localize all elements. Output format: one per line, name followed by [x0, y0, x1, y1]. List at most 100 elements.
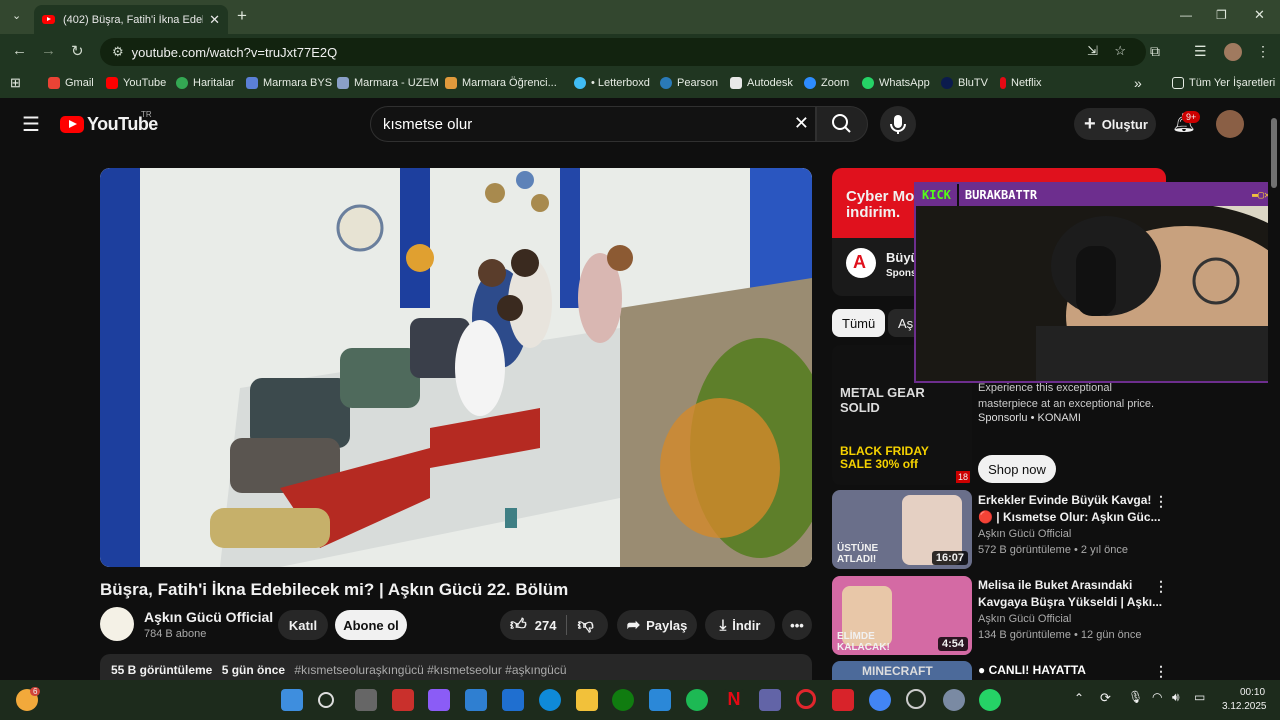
rec-4-title[interactable]: ● CANLI! HAYATTA: [978, 663, 1086, 677]
mail-icon[interactable]: [502, 689, 524, 711]
share-button[interactable]: ➦ Paylaş: [617, 610, 697, 640]
bookmark-maps[interactable]: Haritalar: [176, 77, 235, 89]
autocad-icon[interactable]: [832, 689, 854, 711]
hashtags[interactable]: #kısmetseoluraşkıngücü #kısmetseolur #aş…: [294, 663, 566, 677]
url-field[interactable]: ⚙ youtube.com/watch?v=truJxt77E2Q ⇲ ☆: [100, 38, 1146, 66]
bookmark-autodesk[interactable]: Autodesk: [730, 77, 793, 89]
join-button[interactable]: Katıl: [278, 610, 328, 640]
start-menu-icon[interactable]: [281, 689, 303, 711]
reading-list-icon[interactable]: ☰: [1194, 43, 1207, 60]
rec-thumbnail-2[interactable]: ÜSTÜNE ATLADI! 16:07: [832, 490, 972, 569]
reload-icon[interactable]: ↻: [71, 42, 84, 60]
tab-search-icon[interactable]: ⌄: [12, 9, 21, 22]
whatsapp-taskbar-icon[interactable]: [979, 689, 1001, 711]
bookmark-marmara-bys[interactable]: Marmara BYS: [246, 77, 332, 89]
teams-icon[interactable]: [759, 689, 781, 711]
bookmark-marmara-ogrenci[interactable]: Marmara Öğrenci...: [445, 77, 557, 89]
rec-4-menu-icon[interactable]: ⋮: [1154, 663, 1168, 680]
chip-all[interactable]: Tümü: [832, 309, 886, 337]
all-bookmarks-folder[interactable]: Tüm Yer İşaretleri: [1172, 77, 1275, 89]
game-overlay-icon[interactable]: [906, 689, 926, 709]
xbox-icon[interactable]: [612, 689, 634, 711]
task-view-icon[interactable]: [355, 689, 377, 711]
bookmark-blutv[interactable]: BluTV: [941, 77, 988, 89]
bookmark-marmara-uzem[interactable]: Marmara - UZEM: [337, 77, 439, 89]
volume-icon[interactable]: 🔊︎: [1172, 690, 1180, 705]
bookmark-netflix[interactable]: Netflix: [1000, 77, 1042, 89]
edge-icon[interactable]: [539, 689, 561, 711]
battery-icon[interactable]: ▭: [1194, 690, 1205, 704]
prime-video-icon[interactable]: [649, 689, 671, 711]
subscribe-button[interactable]: Abone ol: [335, 610, 407, 640]
rec-thumbnail-4[interactable]: MINECRAFT: [832, 661, 972, 680]
opera-icon[interactable]: [796, 689, 816, 709]
video-player[interactable]: [100, 168, 812, 567]
bookmark-letterboxd[interactable]: • Letterboxd: [574, 77, 650, 89]
close-window-icon[interactable]: ✕: [1254, 7, 1265, 23]
copilot-icon[interactable]: [428, 689, 450, 711]
file-explorer-icon[interactable]: [576, 689, 598, 711]
wifi-icon[interactable]: ◠: [1152, 690, 1162, 704]
search-button[interactable]: [816, 106, 868, 142]
rec-1-title-2[interactable]: masterpiece at an exceptional price.: [978, 398, 1154, 410]
rec-2-menu-icon[interactable]: ⋮: [1154, 493, 1168, 510]
acrobat-icon[interactable]: [392, 689, 414, 711]
sync-icon[interactable]: ⟳: [1100, 690, 1111, 706]
create-button[interactable]: + Oluştur: [1074, 108, 1156, 140]
spotify-icon[interactable]: [686, 689, 708, 711]
tray-chevron-icon[interactable]: ⌃: [1074, 691, 1084, 705]
tray-mic-icon[interactable]: 🎙︎: [1128, 690, 1143, 704]
rec-3-channel[interactable]: Aşkın Gücü Official: [978, 613, 1071, 625]
close-tab-icon[interactable]: ✕: [209, 12, 220, 28]
profile-avatar[interactable]: [1224, 43, 1242, 61]
channel-name[interactable]: Aşkın Gücü Official: [144, 609, 273, 625]
clear-search-icon[interactable]: ✕: [794, 113, 809, 134]
voice-search-button[interactable]: [880, 106, 916, 142]
forward-icon[interactable]: →: [41, 42, 56, 59]
extensions-icon[interactable]: ⧉: [1150, 43, 1160, 60]
settings-icon[interactable]: [943, 689, 965, 711]
clock-time[interactable]: 00:10: [1240, 687, 1265, 698]
like-icon[interactable]: 👍︎: [510, 616, 527, 635]
like-count[interactable]: 274: [535, 618, 557, 633]
office-icon[interactable]: [465, 689, 487, 711]
browser-tab[interactable]: (402) Büşra, Fatih'i İkna Edebilecek mi?…: [34, 5, 228, 34]
more-bookmarks-icon[interactable]: »: [1134, 75, 1142, 91]
bookmark-whatsapp[interactable]: WhatsApp: [862, 77, 930, 89]
channel-avatar[interactable]: [100, 607, 134, 641]
rec-thumbnail-3[interactable]: ELİMDE KALACAK! 4:54: [832, 576, 972, 655]
minimize-icon[interactable]: —: [1180, 8, 1192, 22]
search-taskbar-icon[interactable]: [318, 692, 334, 708]
bookmark-zoom[interactable]: Zoom: [804, 77, 849, 89]
bookmark-star-icon[interactable]: ☆: [1114, 43, 1126, 59]
install-app-icon[interactable]: ⇲: [1087, 43, 1098, 59]
new-tab-button[interactable]: +: [237, 6, 247, 26]
rec-2-title-2[interactable]: 🔴 | Kısmetse Olur: Aşkın Güc...: [978, 510, 1161, 524]
apps-grid-icon[interactable]: ⊞: [10, 75, 21, 91]
page-scrollbar[interactable]: [1268, 100, 1280, 680]
hamburger-menu-icon[interactable]: ☰: [22, 112, 40, 137]
dislike-icon[interactable]: 👎︎: [577, 616, 593, 635]
netflix-icon[interactable]: N: [723, 689, 745, 711]
download-button[interactable]: ⤓ İndir: [705, 610, 775, 640]
more-actions-icon[interactable]: •••: [782, 610, 812, 640]
shop-now-button[interactable]: Shop now: [978, 455, 1056, 483]
rec-3-title-2[interactable]: Kavgaya Büşra Yükseldi | Aşkı...: [978, 595, 1162, 609]
rec-3-title[interactable]: Melisa ile Buket Arasındaki: [978, 578, 1132, 592]
bookmark-gmail[interactable]: Gmail: [48, 77, 94, 89]
chrome-icon[interactable]: [869, 689, 891, 711]
bookmark-youtube[interactable]: YouTube: [106, 77, 166, 89]
kick-stream-overlay[interactable]: KICK BURAKBATTR ▬▢✕: [914, 182, 1280, 406]
maximize-icon[interactable]: ❐: [1216, 8, 1227, 22]
bookmark-pearson[interactable]: Pearson: [660, 77, 718, 89]
account-avatar[interactable]: [1216, 110, 1244, 138]
site-info-icon[interactable]: ⚙: [112, 44, 124, 60]
search-input[interactable]: kısmetse olur ✕: [370, 106, 816, 142]
back-icon[interactable]: ←: [12, 42, 27, 59]
clock-date[interactable]: 3.12.2025: [1222, 701, 1267, 712]
menu-icon[interactable]: ⋮: [1256, 43, 1270, 60]
scrollbar-thumb[interactable]: [1271, 118, 1277, 188]
youtube-logo-icon[interactable]: [60, 116, 84, 133]
rec-2-channel[interactable]: Aşkın Gücü Official: [978, 528, 1071, 540]
rec-2-title[interactable]: Erkekler Evinde Büyük Kavga!: [978, 493, 1151, 507]
